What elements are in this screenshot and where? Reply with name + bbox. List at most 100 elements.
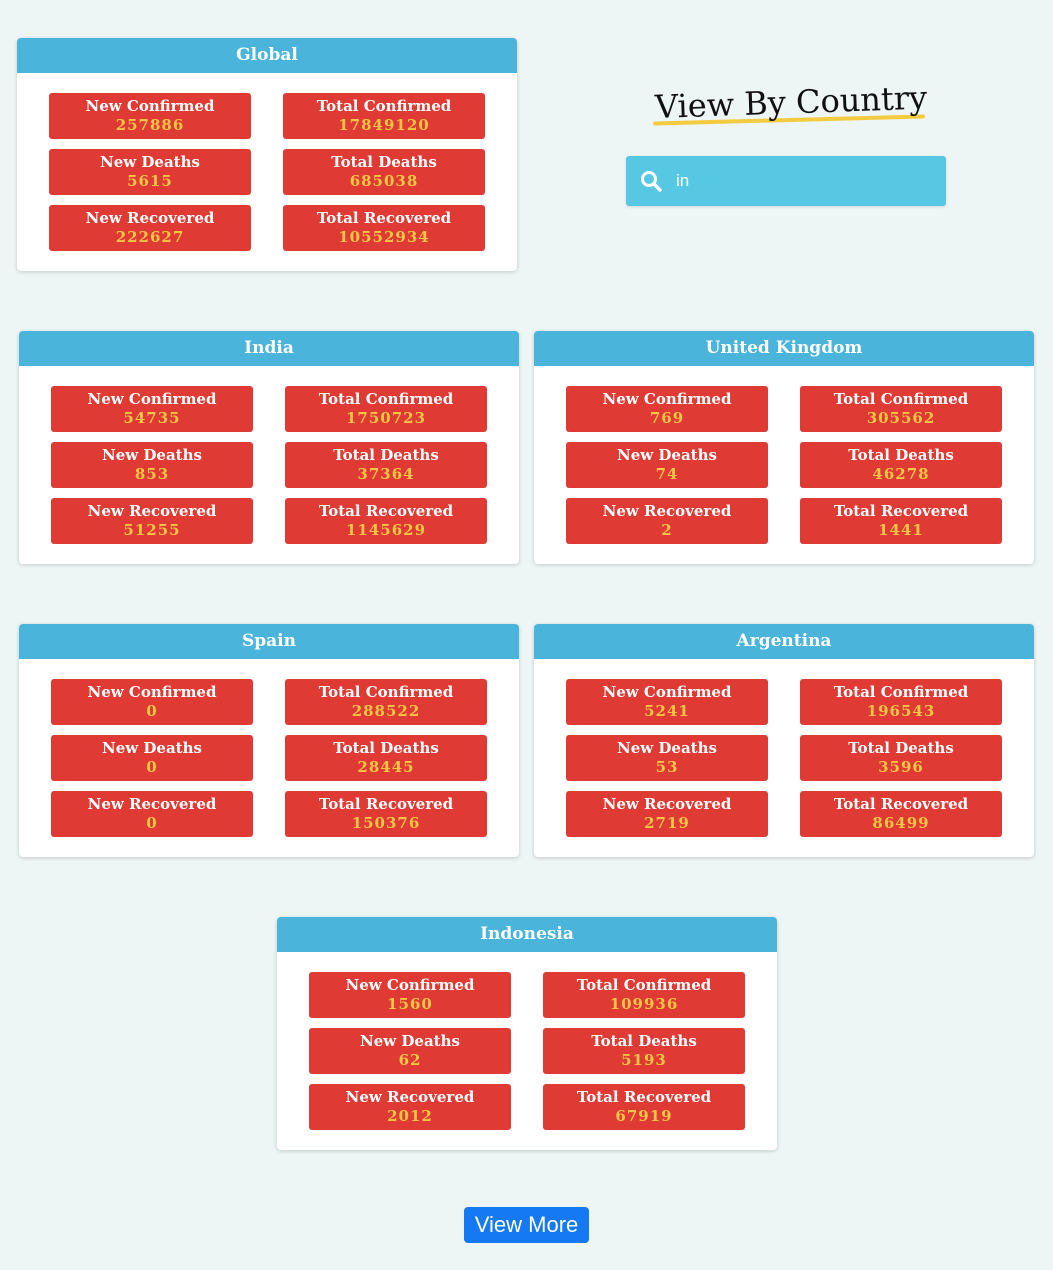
stat-label: Total Deaths (331, 153, 437, 171)
stat-label: Total Recovered (833, 795, 969, 813)
stat-label: Total Recovered (833, 502, 969, 520)
country-card-spain: Spain New Confirmed 0 Total Confirmed 2885… (19, 624, 519, 857)
total-deaths-stat: Total Deaths 3596 (800, 735, 1002, 781)
new-confirmed-stat: New Confirmed 769 (566, 386, 768, 432)
total-recovered-stat: Total Recovered 1145629 (285, 498, 487, 544)
new-deaths-stat: New Deaths 62 (309, 1028, 511, 1074)
stat-value: 46278 (872, 465, 930, 483)
total-recovered-stat: Total Recovered 150376 (285, 791, 487, 837)
card-title: United Kingdom (534, 331, 1034, 366)
new-recovered-stat: New Recovered 222627 (49, 205, 251, 251)
stat-label: New Deaths (102, 446, 202, 464)
stat-value: 1750723 (345, 409, 427, 427)
stat-label: Total Confirmed (833, 390, 969, 408)
stat-value: 74 (655, 465, 679, 483)
stat-label: Total Confirmed (316, 97, 452, 115)
stat-value: 1145629 (345, 521, 427, 539)
stat-label: Total Confirmed (318, 390, 454, 408)
stats-grid: New Confirmed 0 Total Confirmed 288522 New… (19, 659, 519, 857)
new-confirmed-stat: New Confirmed 54735 (51, 386, 253, 432)
stat-label: Total Deaths (333, 446, 439, 464)
stat-label: Total Confirmed (318, 683, 454, 701)
new-confirmed-stat: New Confirmed 1560 (309, 972, 511, 1018)
country-card-india: India New Confirmed 54735 Total Confirmed… (19, 331, 519, 564)
stat-label: Total Deaths (848, 739, 954, 757)
new-recovered-stat: New Recovered 2 (566, 498, 768, 544)
country-card-united-kingdom: United Kingdom New Confirmed 769 Total Co… (534, 331, 1034, 564)
stat-label: New Recovered (602, 502, 732, 520)
stat-value: 0 (146, 814, 158, 832)
total-deaths-stat: Total Deaths 28445 (285, 735, 487, 781)
stat-label: New Deaths (102, 739, 202, 757)
stat-label: Total Confirmed (576, 976, 712, 994)
stat-value: 109936 (609, 995, 679, 1013)
stat-value: 2 (661, 521, 673, 539)
stat-value: 1560 (387, 995, 433, 1013)
search-icon[interactable] (626, 156, 676, 206)
stat-label: Total Deaths (333, 739, 439, 757)
stat-value: 86499 (872, 814, 930, 832)
stat-label: New Recovered (87, 795, 217, 813)
stat-value: 0 (146, 702, 158, 720)
stat-value: 2719 (644, 814, 690, 832)
new-deaths-stat: New Deaths 853 (51, 442, 253, 488)
stat-label: New Recovered (602, 795, 732, 813)
stat-value: 17849120 (338, 116, 430, 134)
total-deaths-stat: Total Deaths 37364 (285, 442, 487, 488)
card-title: Indonesia (277, 917, 777, 952)
stat-label: Total Recovered (318, 502, 454, 520)
new-recovered-stat: New Recovered 2719 (566, 791, 768, 837)
stat-label: Total Recovered (316, 209, 452, 227)
stat-value: 37364 (357, 465, 415, 483)
stat-value: 1441 (878, 521, 924, 539)
stat-value: 53 (655, 758, 679, 776)
total-confirmed-stat: Total Confirmed 109936 (543, 972, 745, 1018)
stat-label: New Recovered (85, 209, 215, 227)
stat-label: New Recovered (87, 502, 217, 520)
total-confirmed-stat: Total Confirmed 288522 (285, 679, 487, 725)
stat-value: 222627 (115, 228, 185, 246)
stat-label: New Deaths (617, 739, 717, 757)
stats-grid: New Confirmed 257886 Total Confirmed 17849… (17, 73, 517, 271)
card-title: Global (17, 38, 517, 73)
stat-value: 54735 (123, 409, 181, 427)
new-deaths-stat: New Deaths 74 (566, 442, 768, 488)
stat-value: 305562 (866, 409, 936, 427)
stat-value: 853 (134, 465, 170, 483)
total-confirmed-stat: Total Confirmed 196543 (800, 679, 1002, 725)
total-confirmed-stat: Total Confirmed 17849120 (283, 93, 485, 139)
new-deaths-stat: New Deaths 0 (51, 735, 253, 781)
total-recovered-stat: Total Recovered 1441 (800, 498, 1002, 544)
new-confirmed-stat: New Confirmed 5241 (566, 679, 768, 725)
stat-value: 196543 (866, 702, 936, 720)
stat-label: Total Deaths (848, 446, 954, 464)
view-more-button[interactable]: View More (464, 1207, 589, 1243)
search-input[interactable] (676, 161, 926, 201)
stats-grid: New Confirmed 5241 Total Confirmed 196543 … (534, 659, 1034, 857)
stat-value: 62 (398, 1051, 422, 1069)
stat-value: 3596 (878, 758, 924, 776)
stat-value: 2012 (387, 1107, 433, 1125)
stat-label: New Deaths (617, 446, 717, 464)
card-title: Spain (19, 624, 519, 659)
stats-grid: New Confirmed 54735 Total Confirmed 175072… (19, 366, 519, 564)
stat-value: 0 (146, 758, 158, 776)
total-deaths-stat: Total Deaths 5193 (543, 1028, 745, 1074)
stats-grid: New Confirmed 769 Total Confirmed 305562 N… (534, 366, 1034, 564)
stat-value: 5241 (644, 702, 690, 720)
country-card-argentina: Argentina New Confirmed 5241 Total Confir… (534, 624, 1034, 857)
total-confirmed-stat: Total Confirmed 305562 (800, 386, 1002, 432)
stat-label: New Confirmed (87, 390, 217, 408)
stat-value: 150376 (351, 814, 421, 832)
stat-label: New Confirmed (602, 683, 732, 701)
new-confirmed-stat: New Confirmed 257886 (49, 93, 251, 139)
card-title: Argentina (534, 624, 1034, 659)
stat-value: 685038 (349, 172, 419, 190)
new-confirmed-stat: New Confirmed 0 (51, 679, 253, 725)
stat-label: New Deaths (100, 153, 200, 171)
total-deaths-stat: Total Deaths 685038 (283, 149, 485, 195)
new-recovered-stat: New Recovered 0 (51, 791, 253, 837)
country-search[interactable] (626, 156, 946, 206)
stat-value: 769 (649, 409, 685, 427)
total-recovered-stat: Total Recovered 10552934 (283, 205, 485, 251)
